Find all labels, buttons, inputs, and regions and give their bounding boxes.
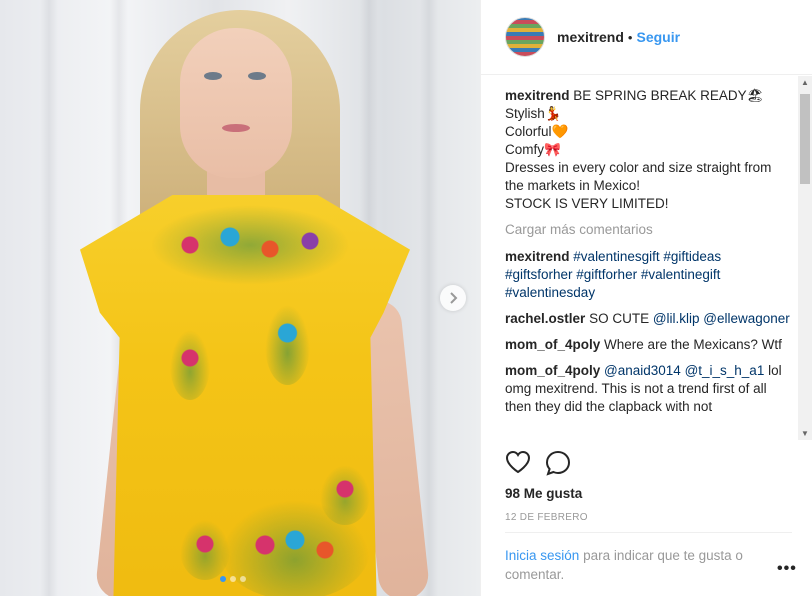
post-sidebar: mexitrend • Seguir ▲ ▼ mexitrend BE SPRI… bbox=[480, 0, 812, 596]
caption-line: BE SPRING BREAK READY🏖 bbox=[573, 88, 764, 103]
carousel-indicator bbox=[220, 576, 246, 582]
caption-username[interactable]: mexitrend bbox=[505, 88, 570, 103]
chevron-right-icon bbox=[450, 292, 458, 304]
comment-username[interactable]: mexitrend bbox=[505, 249, 570, 264]
comment-item: rachel.ostler SO CUTE @lil.klip @ellewag… bbox=[505, 310, 790, 328]
separator: • bbox=[627, 29, 633, 45]
comment-item: mexitrend #valentinesgift #giftideas #gi… bbox=[505, 248, 790, 302]
embroidery-hem bbox=[180, 520, 230, 580]
comment-item: mom_of_4poly @anaid3014 @t_i_s_h_a1 lol … bbox=[505, 362, 790, 416]
post-date: 12 DE FEBRERO bbox=[505, 512, 588, 523]
comment-text: SO CUTE bbox=[589, 311, 653, 326]
more-options-icon[interactable]: ••• bbox=[777, 560, 797, 578]
embroidery-panel bbox=[265, 305, 310, 385]
curtain bbox=[420, 0, 438, 596]
model-face bbox=[180, 28, 292, 178]
embroidery-hem bbox=[320, 465, 370, 525]
comments-list: mexitrend BE SPRING BREAK READY🏖 Stylish… bbox=[505, 87, 790, 440]
caption-line: STOCK IS VERY LIMITED! bbox=[505, 196, 669, 211]
comment-item: mom_of_4poly Where are the Mexicans? Wtf bbox=[505, 336, 790, 354]
next-photo-button[interactable] bbox=[440, 285, 466, 311]
avatar[interactable] bbox=[505, 17, 545, 57]
comment-username[interactable]: mom_of_4poly bbox=[505, 363, 600, 378]
caption-line: Comfy🎀 bbox=[505, 142, 561, 157]
follow-button[interactable]: Seguir bbox=[636, 29, 680, 45]
model-eye bbox=[248, 72, 266, 80]
post-header: mexitrend • Seguir bbox=[481, 0, 812, 75]
model-lips bbox=[222, 124, 250, 132]
scrollbar-thumb[interactable] bbox=[800, 94, 810, 184]
heart-icon[interactable] bbox=[505, 450, 531, 474]
caption-line: Dresses in every color and size straight… bbox=[505, 160, 772, 193]
login-link[interactable]: Inicia sesión bbox=[505, 548, 579, 563]
post-photo[interactable] bbox=[0, 0, 480, 596]
comment-username[interactable]: mom_of_4poly bbox=[505, 337, 600, 352]
curtain bbox=[40, 0, 58, 596]
header-username[interactable]: mexitrend bbox=[557, 29, 624, 45]
divider bbox=[505, 532, 792, 533]
scroll-down-icon[interactable]: ▼ bbox=[801, 429, 809, 438]
carousel-dot bbox=[220, 576, 226, 582]
carousel-dot bbox=[240, 576, 246, 582]
comment-mentions[interactable]: @anaid3014 @t_i_s_h_a1 bbox=[604, 363, 764, 378]
caption: mexitrend BE SPRING BREAK READY🏖 Stylish… bbox=[505, 87, 790, 213]
comments-scrollbar[interactable]: ▲ ▼ bbox=[798, 76, 812, 440]
comment-icon[interactable] bbox=[545, 450, 571, 476]
embroidery-collar bbox=[150, 205, 350, 285]
scroll-up-icon[interactable]: ▲ bbox=[801, 78, 809, 87]
caption-line: Colorful🧡 bbox=[505, 124, 569, 139]
caption-line: Stylish💃 bbox=[505, 106, 562, 121]
carousel-dot bbox=[230, 576, 236, 582]
embroidery-side bbox=[170, 330, 210, 400]
comment-text: Where are the Mexicans? Wtf bbox=[604, 337, 782, 352]
login-prompt: Inicia sesión para indicar que te gusta … bbox=[505, 546, 765, 584]
comment-username[interactable]: rachel.ostler bbox=[505, 311, 585, 326]
load-more-comments[interactable]: Cargar más comentarios bbox=[505, 221, 790, 239]
likes-count[interactable]: 98 Me gusta bbox=[505, 486, 582, 501]
post-actions bbox=[505, 450, 571, 476]
comment-mentions[interactable]: @lil.klip @ellewagoner bbox=[653, 311, 790, 326]
model-eye bbox=[204, 72, 222, 80]
